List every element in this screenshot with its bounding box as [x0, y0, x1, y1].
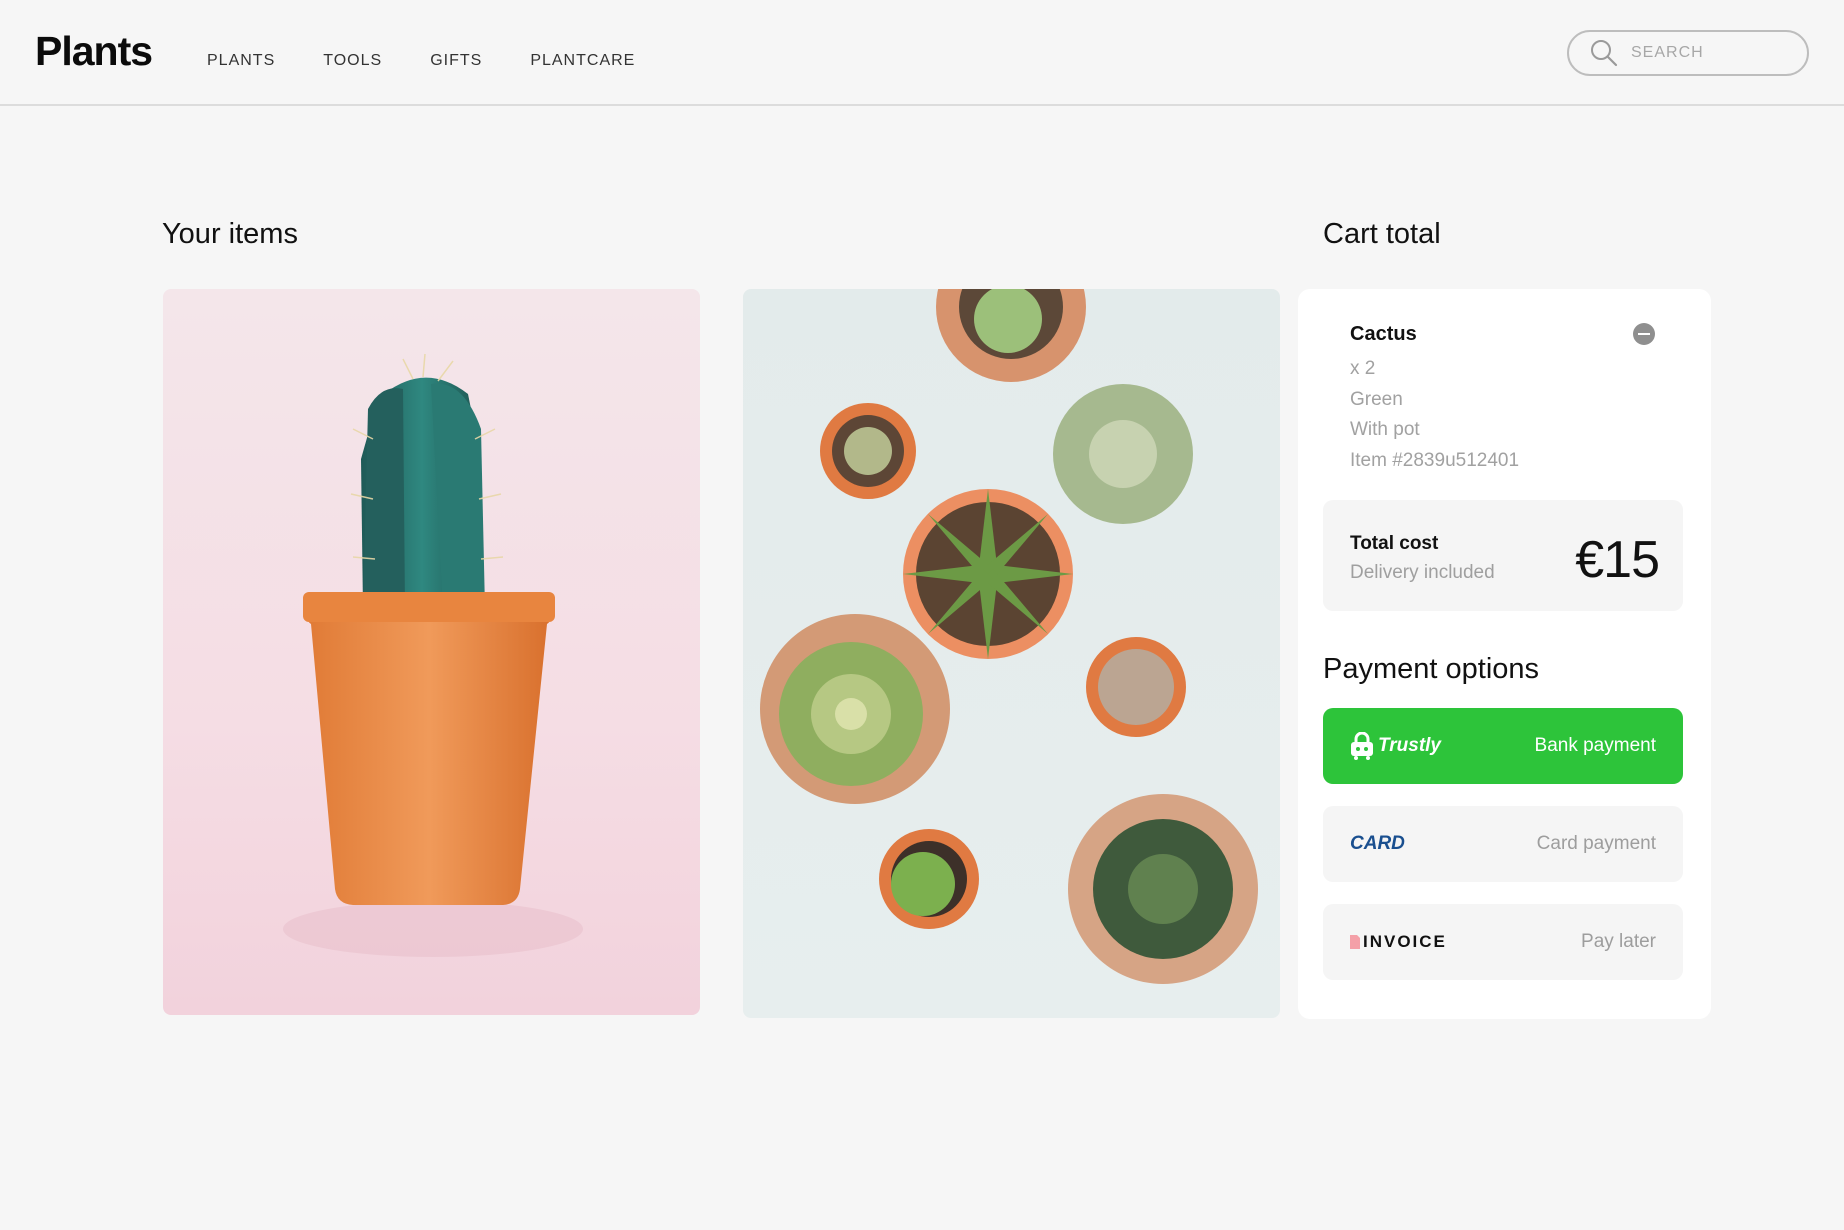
total-price: €15: [1575, 531, 1660, 589]
site-logo[interactable]: Plants: [35, 28, 153, 75]
total-cost-box: Total cost Delivery included €15: [1323, 500, 1683, 611]
search-box[interactable]: [1567, 30, 1809, 76]
invoice-pay-later-button[interactable]: INVOICE Pay later: [1323, 904, 1683, 980]
search-input[interactable]: [1629, 43, 1793, 63]
card-brand: CARD: [1350, 833, 1405, 854]
card-payment-button[interactable]: CARD Card payment: [1323, 806, 1683, 882]
total-cost-label: Total cost: [1350, 533, 1439, 554]
cart-item-number: Item #2839u512401: [1350, 450, 1520, 471]
cart-total-title: Cart total: [1323, 218, 1441, 250]
cactus-illustration: [283, 353, 583, 957]
trustly-lock-icon: [1351, 732, 1373, 760]
card-logo: CARD: [1350, 806, 1405, 882]
payment-options-title: Payment options: [1323, 653, 1540, 685]
nav-gifts[interactable]: GIFTS: [430, 52, 482, 70]
invoice-logo: INVOICE: [1350, 904, 1447, 980]
nav-tools[interactable]: TOOLS: [323, 52, 382, 70]
cart-item-color: Green: [1350, 389, 1403, 410]
invoice-icon: [1350, 935, 1360, 949]
pay-later-label: Pay later: [1581, 931, 1656, 952]
your-items-title: Your items: [162, 218, 298, 250]
trustly-bank-payment-button[interactable]: Trustly Bank payment: [1323, 708, 1683, 784]
cart-panel: Cactus x 2 Green With pot Item #2839u512…: [1298, 289, 1711, 1019]
remove-item-icon[interactable]: [1633, 323, 1655, 345]
bank-payment-label: Bank payment: [1534, 735, 1656, 756]
search-icon: [1589, 38, 1619, 68]
succulents-image[interactable]: [743, 289, 1280, 1018]
nav-plants[interactable]: PLANTS: [207, 52, 275, 70]
card-payment-label: Card payment: [1536, 833, 1656, 854]
cart-item-quantity: x 2: [1350, 358, 1376, 379]
invoice-brand: INVOICE: [1363, 932, 1447, 951]
trustly-logo: Trustly: [1350, 708, 1441, 784]
cart-item-name: Cactus: [1350, 323, 1417, 345]
succulents-illustration: [760, 289, 1258, 984]
nav-plantcare[interactable]: PLANTCARE: [530, 52, 635, 70]
cactus-image[interactable]: [163, 289, 700, 1015]
top-header: Plants PLANTS TOOLS GIFTS PLANTCARE: [0, 0, 1844, 106]
cart-item-option: With pot: [1350, 419, 1420, 440]
trustly-brand: Trustly: [1378, 735, 1442, 756]
main-nav: PLANTS TOOLS GIFTS PLANTCARE: [207, 52, 635, 70]
delivery-note: Delivery included: [1350, 562, 1495, 583]
